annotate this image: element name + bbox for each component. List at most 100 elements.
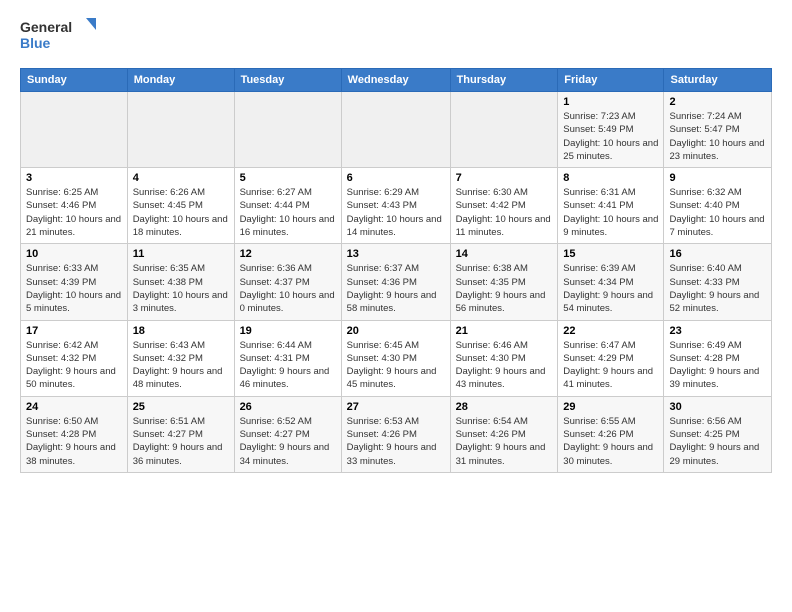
- week-row-3: 10 Sunrise: 6:33 AMSunset: 4:39 PMDayligh…: [21, 244, 772, 320]
- day-cell: 4 Sunrise: 6:26 AMSunset: 4:45 PMDaylight…: [127, 168, 234, 244]
- day-info: Sunrise: 6:25 AMSunset: 4:46 PMDaylight:…: [26, 186, 122, 239]
- day-cell: 25 Sunrise: 6:51 AMSunset: 4:27 PMDayligh…: [127, 396, 234, 472]
- day-number: 17: [26, 325, 122, 337]
- svg-text:Blue: Blue: [20, 35, 51, 51]
- weekday-header-saturday: Saturday: [664, 69, 772, 92]
- weekday-header-monday: Monday: [127, 69, 234, 92]
- week-row-2: 3 Sunrise: 6:25 AMSunset: 4:46 PMDaylight…: [21, 168, 772, 244]
- day-number: 7: [456, 172, 553, 184]
- day-info: Sunrise: 6:32 AMSunset: 4:40 PMDaylight:…: [669, 186, 766, 239]
- day-number: 18: [133, 325, 229, 337]
- day-info: Sunrise: 6:40 AMSunset: 4:33 PMDaylight:…: [669, 262, 766, 315]
- day-info: Sunrise: 6:37 AMSunset: 4:36 PMDaylight:…: [347, 262, 445, 315]
- day-info: Sunrise: 6:38 AMSunset: 4:35 PMDaylight:…: [456, 262, 553, 315]
- weekday-header-row: SundayMondayTuesdayWednesdayThursdayFrid…: [21, 69, 772, 92]
- day-cell: 16 Sunrise: 6:40 AMSunset: 4:33 PMDayligh…: [664, 244, 772, 320]
- day-cell: 1 Sunrise: 7:23 AMSunset: 5:49 PMDaylight…: [558, 92, 664, 168]
- day-number: 15: [563, 248, 658, 260]
- day-info: Sunrise: 6:26 AMSunset: 4:45 PMDaylight:…: [133, 186, 229, 239]
- day-number: 2: [669, 96, 766, 108]
- day-info: Sunrise: 6:52 AMSunset: 4:27 PMDaylight:…: [240, 415, 336, 468]
- day-info: Sunrise: 6:43 AMSunset: 4:32 PMDaylight:…: [133, 339, 229, 392]
- day-cell: 23 Sunrise: 6:49 AMSunset: 4:28 PMDayligh…: [664, 320, 772, 396]
- day-info: Sunrise: 6:55 AMSunset: 4:26 PMDaylight:…: [563, 415, 658, 468]
- day-cell: [21, 92, 128, 168]
- day-cell: 19 Sunrise: 6:44 AMSunset: 4:31 PMDayligh…: [234, 320, 341, 396]
- day-number: 28: [456, 401, 553, 413]
- day-number: 16: [669, 248, 766, 260]
- day-cell: 12Sunrise: 6:36 AMSunset: 4:37 PMDayligh…: [234, 244, 341, 320]
- day-cell: [127, 92, 234, 168]
- day-cell: 11 Sunrise: 6:35 AMSunset: 4:38 PMDayligh…: [127, 244, 234, 320]
- day-cell: 24 Sunrise: 6:50 AMSunset: 4:28 PMDayligh…: [21, 396, 128, 472]
- weekday-header-sunday: Sunday: [21, 69, 128, 92]
- day-cell: 29 Sunrise: 6:55 AMSunset: 4:26 PMDayligh…: [558, 396, 664, 472]
- week-row-1: 1 Sunrise: 7:23 AMSunset: 5:49 PMDaylight…: [21, 92, 772, 168]
- day-info: Sunrise: 6:31 AMSunset: 4:41 PMDaylight:…: [563, 186, 658, 239]
- day-cell: 6 Sunrise: 6:29 AMSunset: 4:43 PMDaylight…: [341, 168, 450, 244]
- day-number: 12: [240, 248, 336, 260]
- day-cell: 15 Sunrise: 6:39 AMSunset: 4:34 PMDayligh…: [558, 244, 664, 320]
- day-cell: 10 Sunrise: 6:33 AMSunset: 4:39 PMDayligh…: [21, 244, 128, 320]
- day-cell: 20 Sunrise: 6:45 AMSunset: 4:30 PMDayligh…: [341, 320, 450, 396]
- day-info: Sunrise: 7:24 AMSunset: 5:47 PMDaylight:…: [669, 110, 766, 163]
- header: General Blue: [20, 16, 772, 58]
- day-cell: [234, 92, 341, 168]
- day-info: Sunrise: 6:53 AMSunset: 4:26 PMDaylight:…: [347, 415, 445, 468]
- weekday-header-wednesday: Wednesday: [341, 69, 450, 92]
- day-number: 4: [133, 172, 229, 184]
- day-info: Sunrise: 6:29 AMSunset: 4:43 PMDaylight:…: [347, 186, 445, 239]
- day-info: Sunrise: 6:49 AMSunset: 4:28 PMDaylight:…: [669, 339, 766, 392]
- day-number: 1: [563, 96, 658, 108]
- day-info: Sunrise: 6:51 AMSunset: 4:27 PMDaylight:…: [133, 415, 229, 468]
- day-number: 10: [26, 248, 122, 260]
- day-info: Sunrise: 6:30 AMSunset: 4:42 PMDaylight:…: [456, 186, 553, 239]
- day-cell: 5Sunrise: 6:27 AMSunset: 4:44 PMDaylight…: [234, 168, 341, 244]
- day-number: 29: [563, 401, 658, 413]
- day-cell: 13Sunrise: 6:37 AMSunset: 4:36 PMDayligh…: [341, 244, 450, 320]
- day-info: Sunrise: 6:47 AMSunset: 4:29 PMDaylight:…: [563, 339, 658, 392]
- day-info: Sunrise: 6:33 AMSunset: 4:39 PMDaylight:…: [26, 262, 122, 315]
- day-cell: 17 Sunrise: 6:42 AMSunset: 4:32 PMDayligh…: [21, 320, 128, 396]
- day-number: 26: [240, 401, 336, 413]
- day-info: Sunrise: 6:42 AMSunset: 4:32 PMDaylight:…: [26, 339, 122, 392]
- general-blue-logo-icon: General Blue: [20, 16, 100, 58]
- day-cell: [450, 92, 558, 168]
- day-info: Sunrise: 6:45 AMSunset: 4:30 PMDaylight:…: [347, 339, 445, 392]
- day-cell: 2 Sunrise: 7:24 AMSunset: 5:47 PMDaylight…: [664, 92, 772, 168]
- day-cell: 21Sunrise: 6:46 AMSunset: 4:30 PMDayligh…: [450, 320, 558, 396]
- day-info: Sunrise: 6:46 AMSunset: 4:30 PMDaylight:…: [456, 339, 553, 392]
- day-info: Sunrise: 6:39 AMSunset: 4:34 PMDaylight:…: [563, 262, 658, 315]
- day-number: 20: [347, 325, 445, 337]
- day-cell: 22 Sunrise: 6:47 AMSunset: 4:29 PMDayligh…: [558, 320, 664, 396]
- logo: General Blue: [20, 16, 100, 58]
- page: General Blue SundayMondayTuesdayWednesda…: [0, 0, 792, 483]
- day-number: 27: [347, 401, 445, 413]
- day-cell: 28Sunrise: 6:54 AMSunset: 4:26 PMDayligh…: [450, 396, 558, 472]
- day-info: Sunrise: 7:23 AMSunset: 5:49 PMDaylight:…: [563, 110, 658, 163]
- day-info: Sunrise: 6:44 AMSunset: 4:31 PMDaylight:…: [240, 339, 336, 392]
- day-number: 6: [347, 172, 445, 184]
- day-cell: 26 Sunrise: 6:52 AMSunset: 4:27 PMDayligh…: [234, 396, 341, 472]
- day-number: 3: [26, 172, 122, 184]
- weekday-header-friday: Friday: [558, 69, 664, 92]
- day-info: Sunrise: 6:35 AMSunset: 4:38 PMDaylight:…: [133, 262, 229, 315]
- day-cell: 14 Sunrise: 6:38 AMSunset: 4:35 PMDayligh…: [450, 244, 558, 320]
- day-number: 9: [669, 172, 766, 184]
- day-cell: 27 Sunrise: 6:53 AMSunset: 4:26 PMDayligh…: [341, 396, 450, 472]
- day-number: 14: [456, 248, 553, 260]
- day-number: 19: [240, 325, 336, 337]
- day-cell: 18 Sunrise: 6:43 AMSunset: 4:32 PMDayligh…: [127, 320, 234, 396]
- day-number: 11: [133, 248, 229, 260]
- week-row-5: 24 Sunrise: 6:50 AMSunset: 4:28 PMDayligh…: [21, 396, 772, 472]
- day-cell: 30Sunrise: 6:56 AMSunset: 4:25 PMDayligh…: [664, 396, 772, 472]
- day-info: Sunrise: 6:56 AMSunset: 4:25 PMDaylight:…: [669, 415, 766, 468]
- weekday-header-tuesday: Tuesday: [234, 69, 341, 92]
- day-number: 5: [240, 172, 336, 184]
- day-info: Sunrise: 6:50 AMSunset: 4:28 PMDaylight:…: [26, 415, 122, 468]
- day-cell: [341, 92, 450, 168]
- day-number: 25: [133, 401, 229, 413]
- day-number: 22: [563, 325, 658, 337]
- day-number: 23: [669, 325, 766, 337]
- day-number: 24: [26, 401, 122, 413]
